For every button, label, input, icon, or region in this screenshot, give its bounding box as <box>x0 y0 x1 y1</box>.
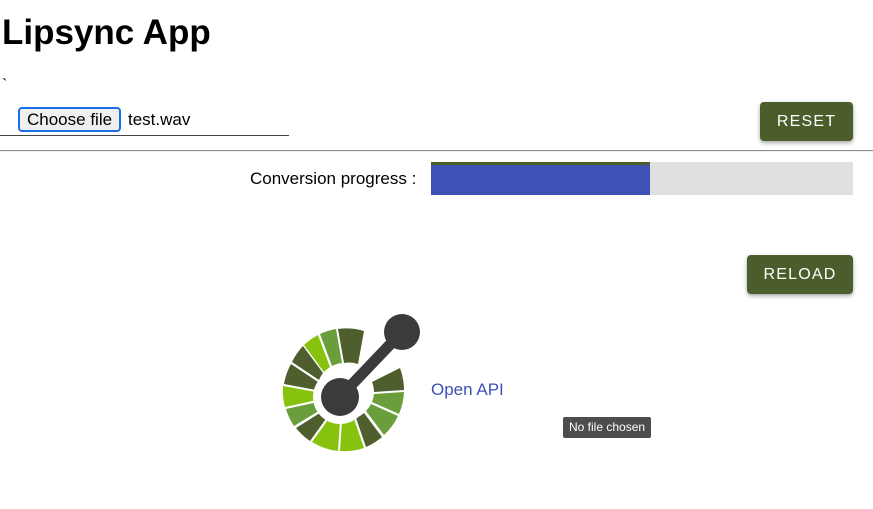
file-input-tooltip: No file chosen <box>563 417 652 438</box>
choose-file-button[interactable]: Choose file <box>18 107 122 132</box>
reset-button[interactable]: RESET <box>760 102 853 141</box>
stray-backtick: ` <box>2 77 8 94</box>
reload-button[interactable]: RELOAD <box>747 255 853 294</box>
file-input[interactable]: Choose file test.wav <box>0 104 289 136</box>
page-title: Lipsync App <box>2 13 211 52</box>
divider <box>0 150 873 151</box>
selected-file-name: test.wav <box>128 110 191 129</box>
openapi-logo-icon[interactable] <box>268 312 424 468</box>
progress-fill <box>431 162 651 195</box>
openapi-link[interactable]: Open API <box>431 380 504 400</box>
conversion-progress-bar <box>431 162 853 195</box>
page: Lipsync App ` Choose file test.wav RESET… <box>0 0 873 509</box>
progress-label: Conversion progress : <box>250 169 417 188</box>
